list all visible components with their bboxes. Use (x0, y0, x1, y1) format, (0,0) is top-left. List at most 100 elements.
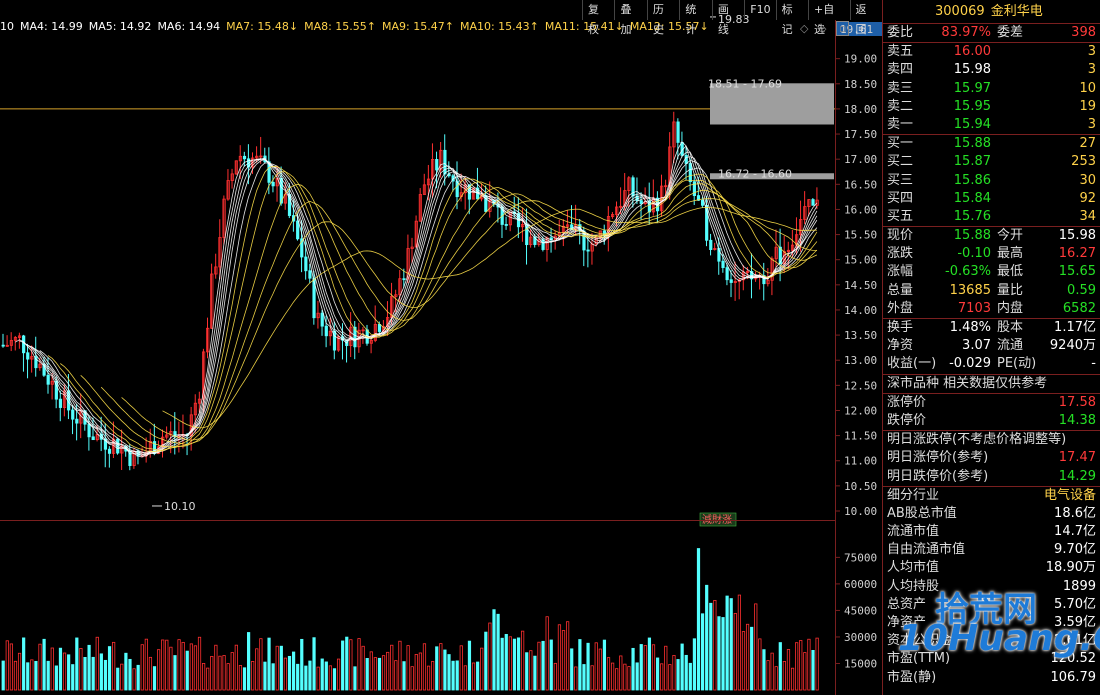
kline-chart[interactable]: 19.6119.0018.5018.0017.5017.0016.5016.00… (0, 0, 882, 695)
fund-label: PE(动) (997, 356, 1037, 372)
volume-bar (22, 637, 26, 691)
volume-bar (574, 666, 578, 691)
volume-bar (525, 652, 529, 691)
diamond-icon[interactable]: ◇ (800, 22, 808, 35)
volume-bar (222, 655, 226, 691)
ma-line (60, 171, 818, 451)
fund-label: 换手 (887, 320, 914, 335)
toolbar-button-8[interactable]: 返回 (849, 0, 882, 36)
bid-price: 15.88 (953, 136, 991, 152)
candle-body (402, 278, 406, 281)
volume-bar (733, 612, 737, 691)
fund-value: 1.48% (949, 320, 991, 335)
volume-bar (181, 641, 185, 691)
volume-bar (754, 603, 758, 691)
stat-label: 总量 (887, 282, 914, 298)
volume-bar (291, 651, 296, 691)
volume-bar (512, 638, 517, 691)
toolbar-button-7[interactable]: +自选 (808, 0, 849, 36)
price-annotation: 18.51 - 17.69 (708, 77, 782, 90)
price-axis-label: 14.50 (844, 279, 877, 292)
volume-bar (144, 638, 148, 691)
volume-bar (635, 662, 639, 691)
volume-bar (87, 644, 91, 691)
volume-bar (246, 632, 251, 691)
toolbar-button-0[interactable]: 复权 (582, 0, 614, 36)
ask-volume: 3 (1087, 62, 1096, 78)
volume-bar (435, 646, 439, 691)
volume-bar (811, 649, 815, 691)
volume-bar (443, 649, 447, 691)
bid-label: 买三 (887, 172, 914, 188)
capital-label: 总资产 (887, 596, 927, 612)
weibi-label: 委比 (887, 25, 914, 40)
toolbar-button-4[interactable]: 画线 (711, 0, 744, 36)
volume-bar (406, 645, 410, 691)
ask-label: 卖三 (887, 80, 914, 96)
volume-bar (529, 650, 533, 691)
volume-bar (426, 665, 431, 691)
chart-tools[interactable]: ◇ ◇ ▫ (800, 21, 850, 36)
stat-label: 最低 (997, 264, 1024, 280)
toolbar-button-3[interactable]: 统计 (679, 0, 711, 36)
stat-row-2: 涨幅 -0.63% 最低 15.65 (883, 263, 1100, 281)
candle-body (639, 200, 643, 204)
stock-name: 金利华电 (990, 4, 1043, 19)
diamond-icon-2[interactable]: ◇ (818, 22, 826, 35)
volume-bar (26, 662, 30, 691)
ask-row-2: 卖三 15.97 10 (883, 80, 1100, 98)
volume-bar (778, 642, 782, 691)
volume-bar (394, 660, 398, 691)
volume-bar (627, 666, 631, 691)
bid-price: 15.84 (953, 190, 991, 206)
volume-bar (741, 631, 746, 691)
volume-bar (62, 652, 67, 691)
capital-value: 106.79 (1050, 669, 1097, 685)
toolbar-button-6[interactable]: 标记 (775, 0, 808, 36)
candle-body (242, 155, 247, 160)
price-axis-label: 15.50 (844, 229, 877, 242)
stat-label: 外盘 (887, 300, 914, 316)
volume-bar (116, 667, 120, 691)
volume-bar (795, 642, 799, 691)
toolbar-button-2[interactable]: 历史 (646, 0, 679, 36)
volume-bar (533, 655, 537, 691)
stock-code: 300069 (935, 4, 985, 19)
fund-row-2: 收益(一) -0.029 PE(动) - (883, 355, 1100, 373)
ma-label-8: MA11: 15.41↓ (544, 20, 624, 33)
volume-bar (774, 666, 778, 691)
volume-axis-label: 45000 (844, 604, 877, 617)
capital-label: 人均持股 (887, 578, 940, 594)
fund-value: 3.07 (962, 338, 991, 354)
volume-bar (140, 644, 144, 691)
price-axis-label: 11.00 (844, 455, 877, 468)
capital-row-2: 自由流通市值 9.70亿 (883, 541, 1100, 559)
volume-bar (349, 639, 353, 691)
capital-label: 人均市值 (887, 560, 940, 576)
price-axis-label: 10.50 (844, 480, 877, 493)
price-axis-label: 13.50 (844, 329, 877, 342)
volume-bar (230, 652, 234, 691)
ask-price: 15.98 (953, 62, 991, 78)
volume-bar (91, 656, 95, 691)
volume-bar (561, 630, 566, 691)
volume-bar (459, 645, 463, 691)
scroll-icon[interactable]: ▫ (835, 21, 850, 36)
volume-bar (336, 658, 341, 691)
volume-bar (705, 584, 709, 691)
limit-label: 涨停价 (887, 394, 927, 410)
volume-bar (521, 630, 525, 691)
volume-bar (9, 643, 13, 691)
candle-body (58, 398, 63, 408)
volume-axis-label: 60000 (844, 578, 877, 591)
limit-value: 14.38 (1058, 412, 1096, 428)
stat-value: 7103 (957, 300, 991, 316)
toolbar-button-1[interactable]: 叠加 (614, 0, 646, 36)
volume-bar (721, 617, 725, 691)
ask-row-1: 卖四 15.98 3 (883, 61, 1100, 79)
ma-label-9: MA12: 15.57↓ (629, 20, 709, 33)
bid-volume: 27 (1079, 136, 1096, 152)
bid-volume: 34 (1079, 208, 1096, 224)
toolbar-button-5[interactable]: F10 (744, 0, 775, 20)
stat-value: -0.10 (957, 246, 991, 262)
